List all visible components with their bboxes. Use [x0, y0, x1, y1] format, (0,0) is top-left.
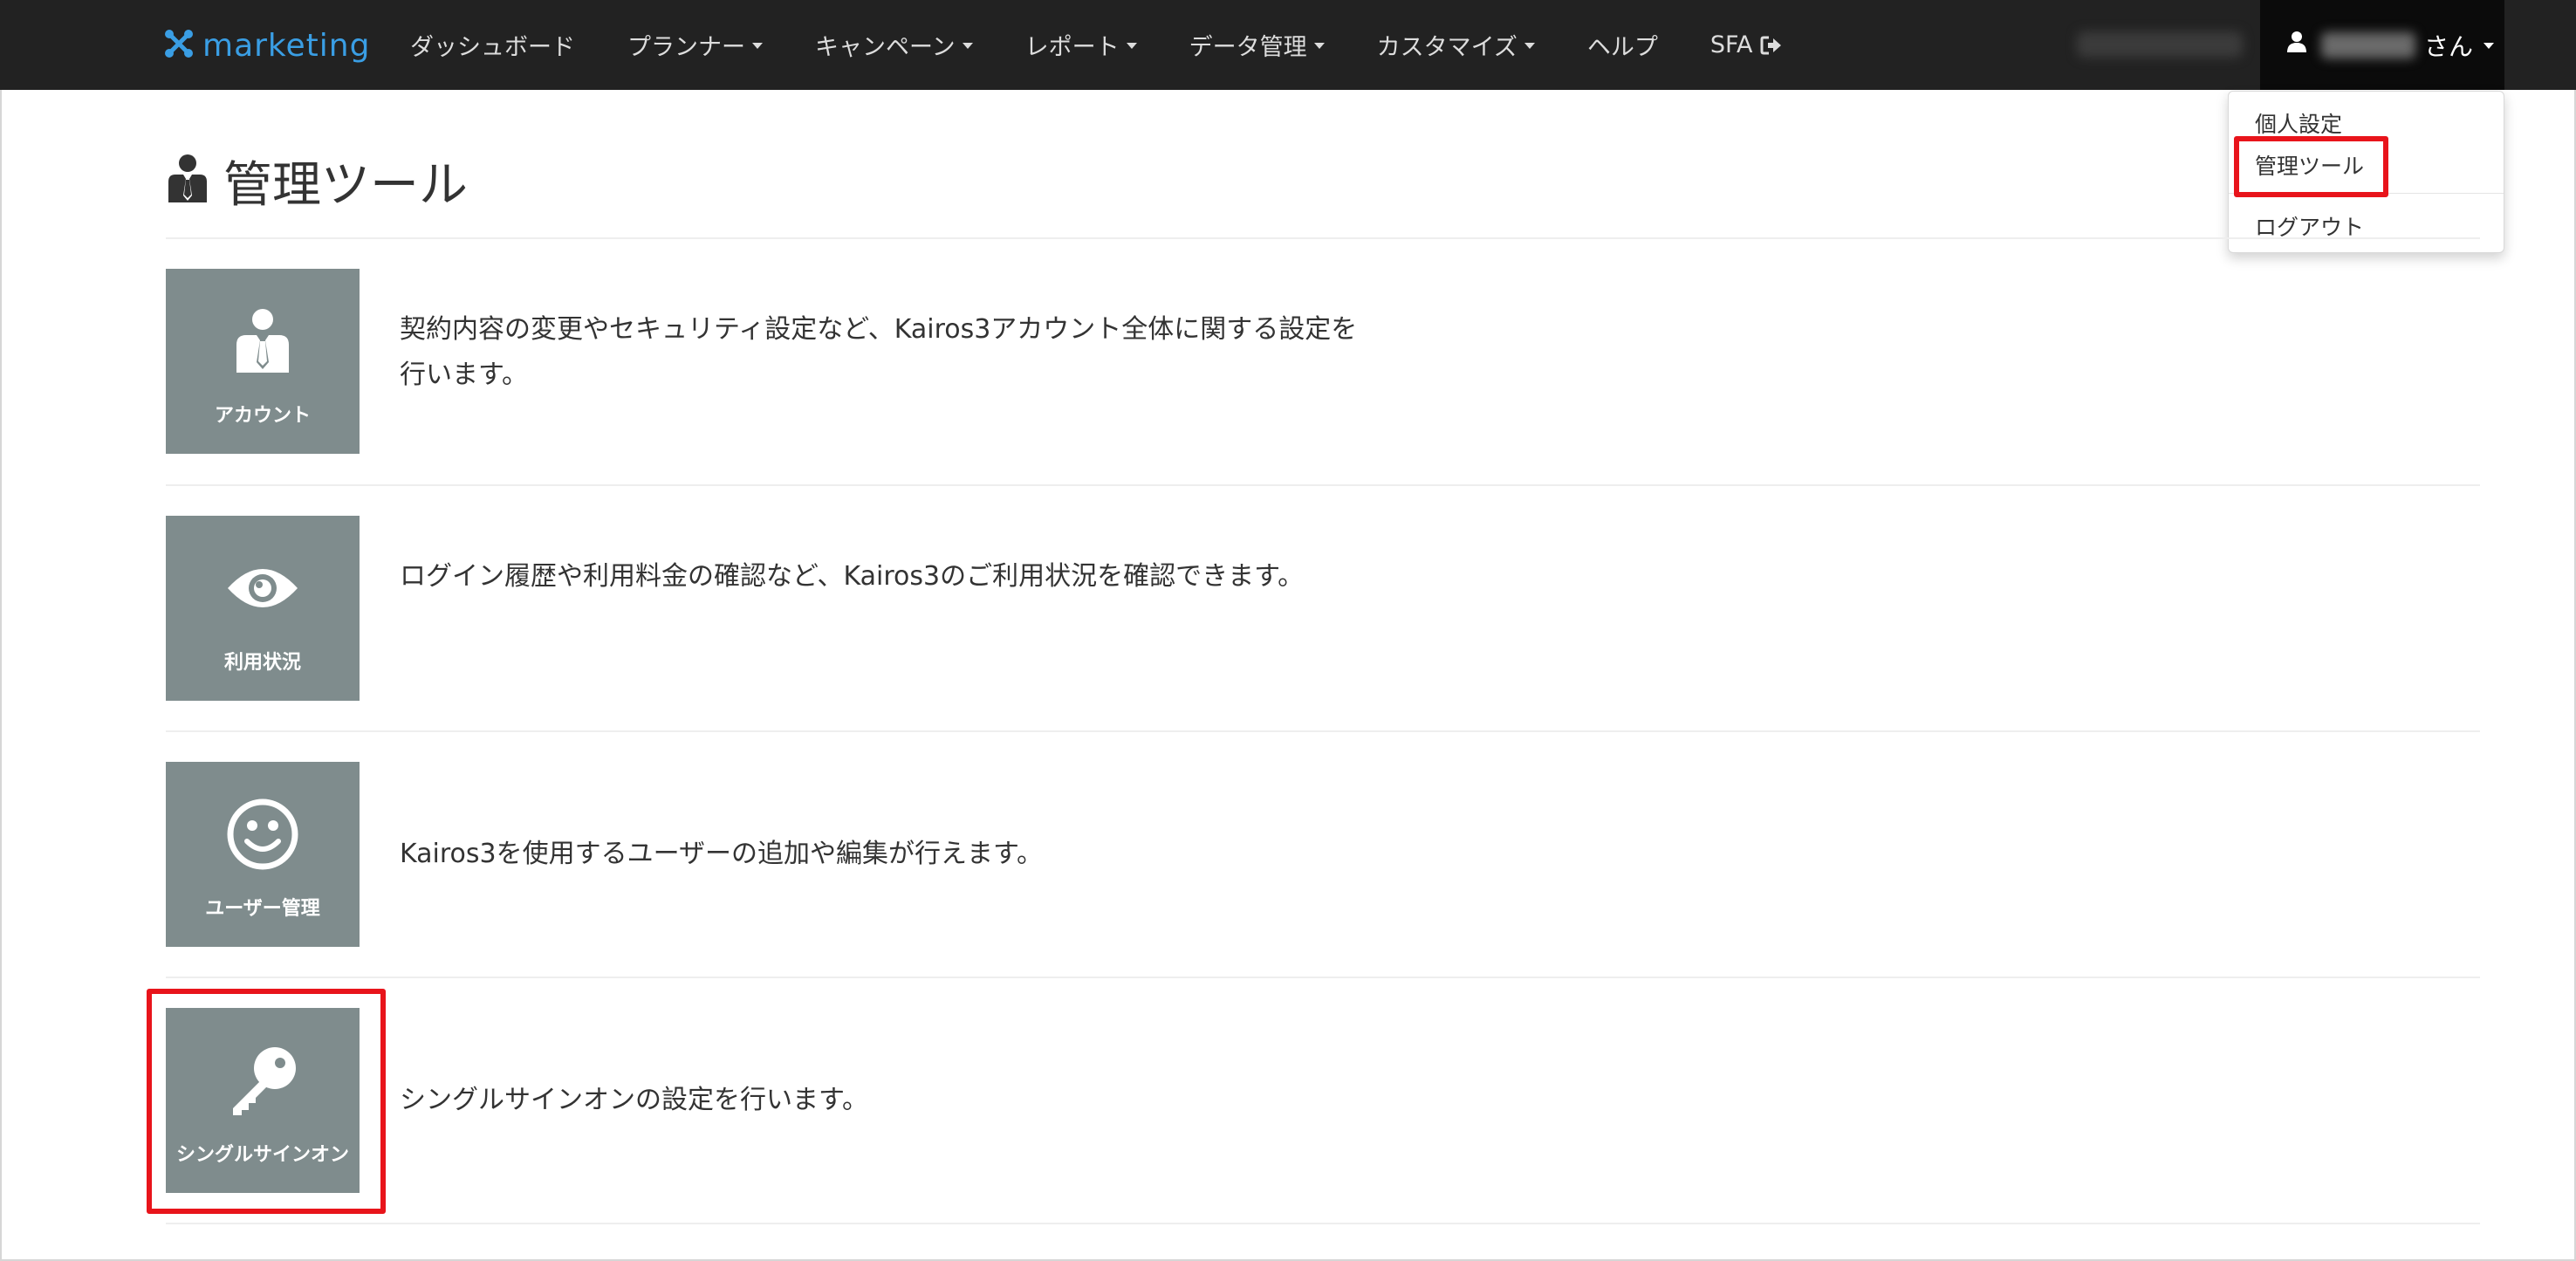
divider [166, 237, 2480, 239]
user-tie-icon [168, 154, 208, 208]
nav-report[interactable]: レポート [999, 0, 1163, 90]
tool-row-user-management: ユーザー管理 Kairos3を使用するユーザーの追加や編集が行えます。 [166, 762, 2480, 947]
highlight-admin-tools [2234, 136, 2388, 197]
tool-row-sso: シングルサインオン シングルサインオンの設定を行います。 [166, 1008, 2480, 1193]
divider [166, 484, 2480, 486]
tool-sso-description: シングルサインオンの設定を行います。 [400, 1085, 868, 1115]
tile-account-label: アカウント [214, 405, 311, 427]
account-email-blurred [2077, 31, 2243, 58]
page-header: 管理ツール [168, 150, 468, 214]
nav-customize-label: カスタマイズ [1376, 34, 1518, 61]
divider [166, 730, 2480, 732]
caret-down-icon [752, 43, 763, 49]
tile-user-management[interactable]: ユーザー管理 [166, 762, 360, 947]
nav-dashboard[interactable]: ダッシュボード [384, 0, 601, 90]
eye-icon [166, 540, 360, 636]
highlight-single-sign-on [147, 989, 386, 1214]
tool-account-description: 契約内容の変更やセキュリティ設定など、Kairos3アカウント全体に関する設定を… [400, 314, 1358, 390]
nav-campaign[interactable]: キャンペーン [789, 0, 999, 90]
tile-usage[interactable]: 利用状況 [166, 516, 360, 701]
tool-row-usage: 利用状況 ログイン履歴や利用料金の確認など、Kairos3のご利用状況を確認でき… [166, 516, 2480, 701]
nav-planner[interactable]: プランナー [601, 0, 789, 90]
user-name-blurred [2321, 31, 2415, 58]
nav-sfa-label: SFA [1709, 31, 1753, 58]
tile-account[interactable]: アカウント [166, 269, 360, 454]
divider [166, 977, 2480, 978]
nav-help[interactable]: ヘルプ [1561, 0, 1684, 90]
nav-help-label: ヘルプ [1586, 34, 1658, 61]
divider [166, 1223, 2480, 1224]
tile-user-management-label: ユーザー管理 [205, 898, 320, 920]
nav-sfa[interactable]: SFA [1684, 0, 1809, 90]
nav-data-management-label: データ管理 [1189, 34, 1307, 61]
smiley-icon [166, 786, 360, 882]
tool-row-account: アカウント 契約内容の変更やセキュリティ設定など、Kairos3アカウント全体に… [166, 269, 2480, 454]
nav-planner-label: プランナー [627, 34, 745, 61]
menu-item-personal-settings[interactable]: 個人設定 [2255, 107, 2342, 139]
caret-down-icon [1524, 43, 1535, 49]
main-menu: ダッシュボード プランナー キャンペーン レポート データ管理 カスタマイズ ヘ… [384, 0, 1809, 90]
user-suit-icon [166, 293, 360, 389]
caret-down-icon [1126, 43, 1137, 49]
tile-usage-label: 利用状況 [223, 652, 301, 674]
caret-down-icon [1313, 43, 1325, 49]
nav-customize[interactable]: カスタマイズ [1351, 0, 1561, 90]
caret-down-icon [962, 43, 973, 49]
sign-out-icon [1760, 35, 1783, 56]
tool-user-management-description: Kairos3を使用するユーザーの追加や編集が行えます。 [400, 839, 1044, 869]
nav-campaign-label: キャンペーン [815, 34, 956, 61]
brand-mark-icon [164, 29, 194, 62]
nav-dashboard-label: ダッシュボード [410, 34, 575, 61]
tool-usage-description: ログイン履歴や利用料金の確認など、Kairos3のご利用状況を確認できます。 [400, 561, 1305, 592]
nav-data-management[interactable]: データ管理 [1163, 0, 1351, 90]
user-suffix: さん [2424, 31, 2474, 61]
nav-report-label: レポート [1024, 34, 1120, 61]
brand-name: marketing [202, 27, 371, 64]
top-navbar: marketing ダッシュボード プランナー キャンペーン レポート データ管… [0, 0, 2576, 90]
user-menu-toggle[interactable]: さん [2260, 0, 2504, 90]
brand-logo[interactable]: marketing [164, 24, 370, 66]
page-title: 管理ツール [223, 156, 468, 214]
caret-down-icon [2484, 43, 2495, 49]
user-icon [2286, 31, 2307, 59]
